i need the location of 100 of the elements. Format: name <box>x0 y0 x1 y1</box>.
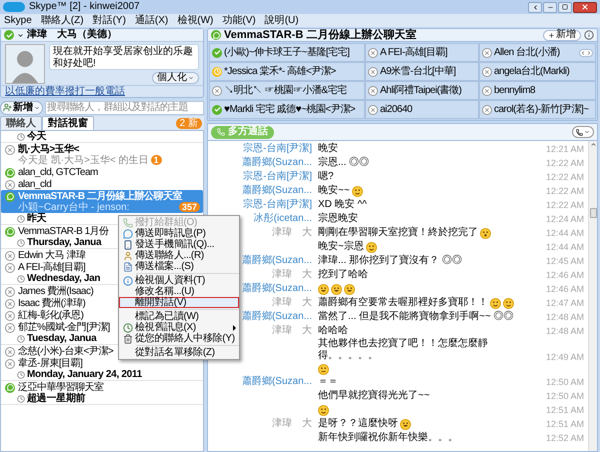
message-text: 他們早就挖寶得光光了~~ <box>318 390 430 402</box>
caret-icon[interactable] <box>17 32 24 38</box>
date-heading: Tuesday, Janua <box>27 333 96 344</box>
conversation-item[interactable]: alan_cld <box>1 178 54 190</box>
conversation-item[interactable]: 紅梅-彰化(承恩) <box>1 309 86 321</box>
call-options-button[interactable] <box>572 126 594 138</box>
offline-status-icon <box>5 180 15 190</box>
clock-icon <box>17 394 25 402</box>
sender-name[interactable]: 蕭爵鄉(Suzan... <box>242 185 312 197</box>
online-status-icon <box>212 48 222 58</box>
sender-name[interactable]: 蕭爵鄉(Suzan... <box>242 255 312 267</box>
conversation-item[interactable]: 凯·大马>玉华< 今天是 凯·大马>玉华< 的生日 1 <box>1 143 165 166</box>
caret-icon <box>584 129 590 135</box>
message-text: 哈哈哈 <box>318 325 348 337</box>
menu-item[interactable]: 聯絡人(Z) <box>40 14 84 26</box>
scroll-up-icon[interactable] <box>590 141 596 148</box>
phone-icon <box>122 218 132 228</box>
sender-name[interactable]: 蕭爵鄉(Suzan... <box>242 376 312 388</box>
tab[interactable]: 對話視窗 <box>42 116 94 130</box>
maximize-icon <box>562 4 568 10</box>
menu-item[interactable]: 通話(X) <box>134 14 168 26</box>
message-time: 12:48 AM <box>546 325 586 337</box>
conversation-item[interactable]: Edwin 大马 津瑋 <box>1 249 88 261</box>
add-person-icon <box>3 103 12 112</box>
menu-option[interactable]: 檢視個人資料(T) <box>119 275 239 286</box>
new-count-badge: 2 新 <box>176 118 202 129</box>
personalize-button[interactable]: 個人化 <box>152 72 199 84</box>
search-field[interactable]: 搜尋聯絡人，群組以及對話的主題 <box>45 100 204 114</box>
message-text: 晚安~宗恩 <box>318 241 364 253</box>
call-phones-link[interactable]: 以低廉的費率撥打一般電話 <box>5 86 125 97</box>
submenu-arrow-icon <box>233 324 236 330</box>
menu-option[interactable]: 從對話名單移除(Z) <box>119 347 239 358</box>
tab[interactable]: 聯絡人 <box>0 116 42 130</box>
offline-status-icon <box>482 48 492 58</box>
offline-status-icon <box>5 298 15 308</box>
menu-option[interactable]: 發送手機簡訊(Q)... <box>119 239 239 250</box>
sender-name[interactable]: 蕭爵鄉(Suzan... <box>242 283 312 295</box>
conversation-title: 泛亞中華學習聊天室 <box>18 382 104 392</box>
sender-name[interactable]: 冰彤(icetan... <box>254 213 312 225</box>
conversation-item[interactable]: 念慈(小米)-台東<尹潔> <box>1 345 116 357</box>
scroll-arrows-button[interactable] <box>579 48 593 56</box>
menu-item[interactable]: 說明(U) <box>264 14 299 26</box>
mood-message[interactable]: 現在就开始享受居家创业的乐趣和好处吧! <box>49 44 199 70</box>
participant-name[interactable]: ai20640 <box>380 104 412 115</box>
conversation-item[interactable]: alan_cld, GTCTeam <box>1 166 101 178</box>
conversation-title: alan_cld <box>18 178 52 190</box>
conversation-title: VemmaSTAR-B 1月份 <box>18 226 109 236</box>
clock-icon <box>17 132 25 140</box>
conversation-item[interactable]: 郁芷%國斌-金門[尹潔] <box>1 321 113 333</box>
menu-option[interactable]: 離開對話(V) <box>119 297 239 308</box>
offline-status-icon <box>5 322 15 332</box>
menu-item[interactable]: 功能(V) <box>222 14 256 26</box>
menu-option[interactable]: 傳送即時訊息(P) <box>119 228 239 239</box>
scrollbar-thumb[interactable] <box>590 208 596 218</box>
message-time: 12:22 AM <box>546 171 586 183</box>
phone-icon <box>217 128 225 136</box>
message-time: 12:44 AM <box>546 241 586 253</box>
chat-bubble-icon <box>211 30 221 40</box>
clock-icon <box>17 274 25 282</box>
menu-option[interactable]: 傳送檔案...(S) <box>119 261 239 272</box>
maximize-button[interactable] <box>558 2 572 12</box>
online-status-icon <box>212 104 222 114</box>
conversation-title: Isaac 費洲(津瑋) <box>18 298 86 308</box>
conversation-item[interactable]: James 費洲(Isaac) <box>1 285 96 297</box>
menu-option[interactable]: 傳送聯絡人...(R) <box>119 250 239 261</box>
sender-name[interactable]: 宗恩-台南[尹潔] <box>243 199 312 211</box>
avatar-drawing <box>5 44 45 84</box>
menu-option[interactable]: 標記為已讀(W) <box>119 311 239 322</box>
menu-option[interactable]: 修改名稱...(U) <box>119 286 239 297</box>
add-participant-button[interactable]: 新增 <box>543 30 581 40</box>
conversation-title: 郁芷%國斌-金門[尹潔] <box>18 322 110 332</box>
minimize-button[interactable] <box>543 2 557 12</box>
sender-name[interactable]: 宗恩-台南[尹潔] <box>243 171 312 183</box>
message-text: 嗯? <box>318 171 334 183</box>
menu-option[interactable]: 檢視舊訊息(X) <box>119 322 239 333</box>
message-time: 12:22 AM <box>546 185 586 197</box>
sender-name[interactable]: 宗恩-台南[尹潔] <box>243 143 312 155</box>
laughing-smiley-icon <box>331 284 342 294</box>
sender-name[interactable]: 蕭爵鄉(Suzan... <box>242 311 312 323</box>
conversation-item[interactable]: 韋丞-屏東[目覇] <box>1 357 86 369</box>
conversation-item[interactable]: VemmaSTAR-B 1月份 <box>1 225 112 237</box>
conversation-item[interactable]: A FEI-高雄[目覇] <box>1 261 88 273</box>
clock-icon <box>17 334 25 342</box>
menu-item[interactable]: 對話(Y) <box>92 14 126 26</box>
close-button[interactable] <box>573 2 597 12</box>
info-icon[interactable] <box>584 30 594 40</box>
menu-item[interactable]: 檢視(W) <box>177 14 214 26</box>
clock-icon <box>17 370 25 378</box>
conversation-item[interactable]: Isaac 費洲(津瑋) <box>1 297 88 309</box>
conversation-item[interactable]: 泛亞中華學習聊天室 <box>1 381 106 393</box>
sender-name[interactable]: 蕭爵鄉(Suzan... <box>242 157 312 169</box>
message-text: 晚安 <box>318 143 338 155</box>
menu-option[interactable]: 從您的聯絡人中移除(Y) <box>119 333 239 344</box>
add-button[interactable]: 新增 <box>0 100 43 114</box>
conversation-title: VemmaSTAR-B 二月份線上辦公聊天室 <box>18 190 184 202</box>
menu-item[interactable]: Skype <box>4 14 32 26</box>
restore-button[interactable] <box>528 2 542 12</box>
scrollbar[interactable] <box>588 141 597 451</box>
offline-status-icon <box>482 86 492 96</box>
message-time: 12:46 AM <box>546 283 586 295</box>
